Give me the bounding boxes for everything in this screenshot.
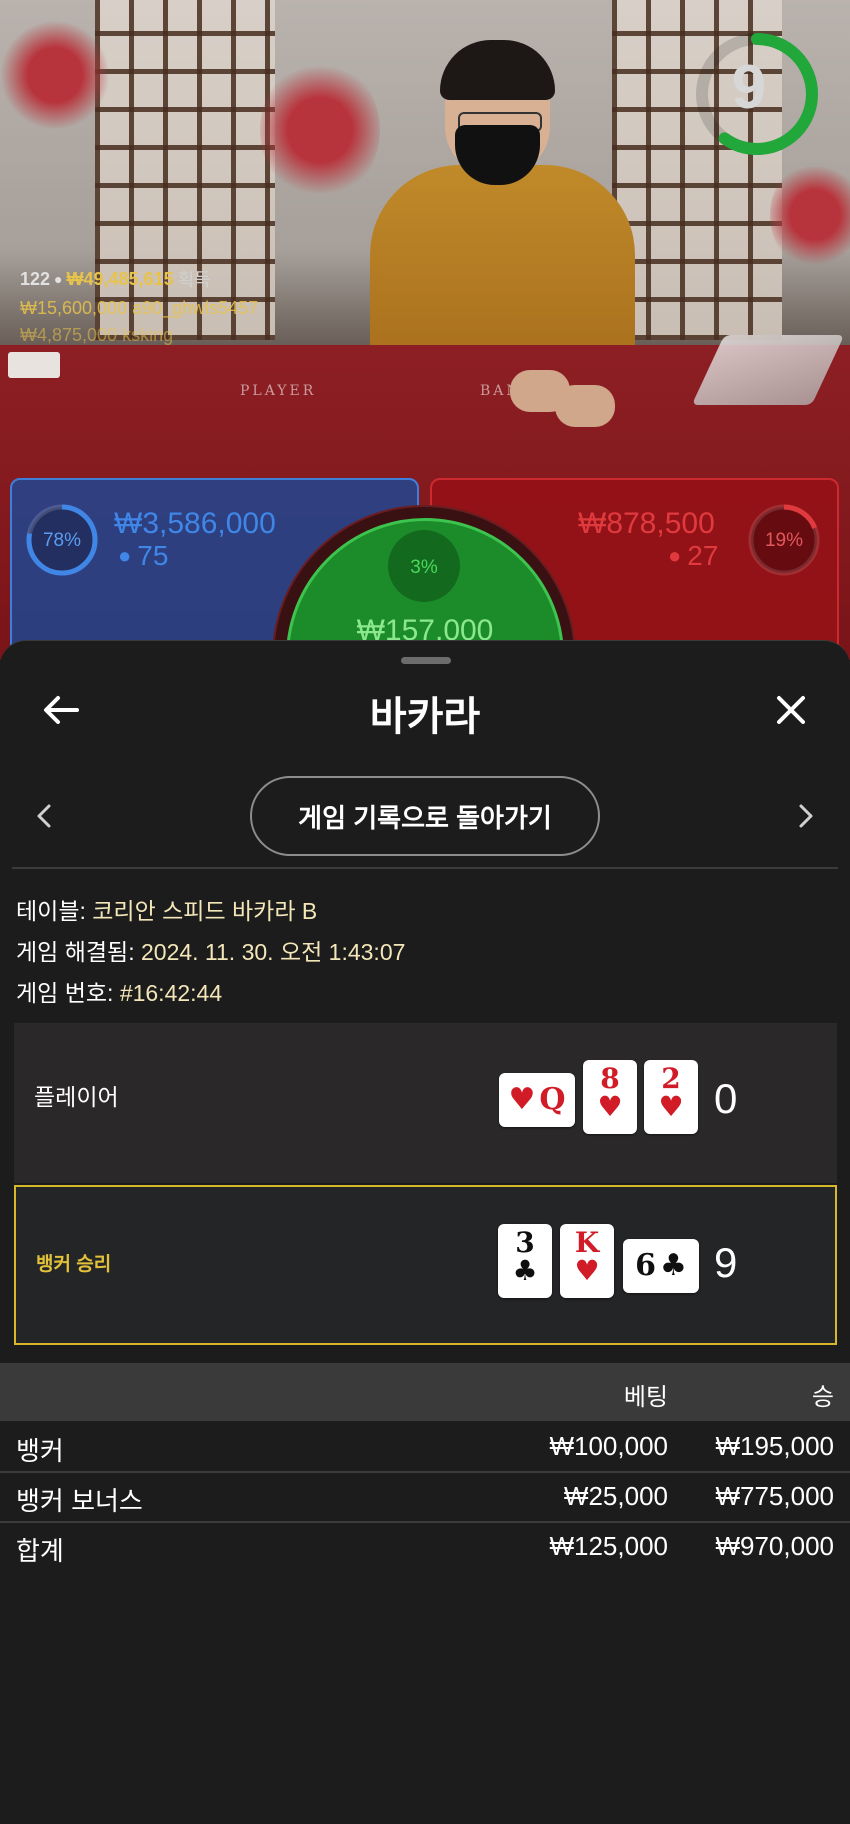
game-number-label: 게임 번호:	[16, 980, 114, 1006]
blossom-decoration	[770, 160, 850, 270]
winner-entry: ₩15,600,000 a90_ghwls5457	[20, 298, 259, 318]
bets-table-header: 베팅 승	[0, 1363, 850, 1421]
card-rank: 2	[661, 1062, 681, 1095]
blossom-decoration	[260, 60, 380, 200]
playing-card: K ♥	[560, 1224, 614, 1298]
drag-handle[interactable]	[401, 657, 451, 664]
winner-entry: ₩4,875,000 ksking	[20, 325, 174, 345]
card-suit: ♥	[658, 1090, 684, 1123]
playing-card: 3 ♣	[498, 1224, 552, 1298]
close-button[interactable]	[766, 685, 816, 735]
card-suit: ♣	[659, 1248, 687, 1283]
person-icon: ●	[54, 271, 63, 287]
chevron-right-icon	[799, 804, 813, 828]
person-icon: ●	[668, 543, 682, 568]
table-info: 테이블: 코리안 스피드 바카라 B	[16, 892, 317, 926]
resolved-info-value: 2024. 11. 30. 오전 1:43:07	[140, 939, 406, 965]
chevron-left-icon	[37, 804, 51, 828]
player-bettor-number: 75	[137, 540, 169, 571]
playing-card: 8 ♥	[583, 1060, 637, 1134]
winners-panel: 122 ● ₩49,485,615 획득 ₩15,600,000 a90_ghw…	[20, 266, 258, 346]
win-amount: ₩775,000	[715, 1481, 834, 1511]
total-label: 합계	[16, 1536, 64, 1566]
player-hand-label: 플레이어	[34, 1084, 119, 1110]
playing-card: ♥ Q	[499, 1073, 575, 1127]
game-history-sheet: 바카라 게임 기록으로 돌아가기 테이블: 코리안 스피드 바카라 B 게임 해…	[0, 640, 850, 1824]
countdown-number: 9	[731, 53, 767, 122]
next-game-button[interactable]	[790, 796, 822, 836]
bet-amount: ₩100,000	[549, 1431, 668, 1461]
banker-bettor-number: 27	[687, 540, 719, 571]
dealer-hand	[555, 385, 615, 427]
playing-card: 6 ♣	[623, 1239, 699, 1293]
bet-column-header: 베팅	[623, 1384, 668, 1411]
card-rank: K	[574, 1226, 600, 1259]
sheet-title: 바카라	[369, 695, 481, 739]
player-bet-total: ₩3,586,000	[114, 507, 276, 540]
win-amount: ₩195,000	[715, 1431, 834, 1461]
winners-suffix: 획득	[177, 270, 211, 290]
winners-count: 122	[20, 268, 51, 289]
live-video-feed: PLAYER BANKER 9 122 ● ₩49,485,615 획득 ₩15…	[0, 0, 850, 660]
bet-name: 뱅커	[16, 1436, 64, 1466]
divider	[12, 867, 838, 869]
player-bettor-count: ● 75	[118, 540, 168, 572]
card-rank: Q	[539, 1082, 566, 1117]
banker-hand-label: 뱅커 승리	[36, 1254, 112, 1275]
resolved-info-label: 게임 해결됨:	[16, 939, 135, 965]
winners-total: ₩49,485,615	[66, 268, 174, 289]
banker-hand-row: 뱅커 승리 3 ♣ K ♥ 6 ♣ 9	[14, 1185, 837, 1345]
resolved-info: 게임 해결됨: 2024. 11. 30. 오전 1:43:07	[16, 933, 405, 967]
total-bet-amount: ₩125,000	[549, 1531, 668, 1561]
banker-score: 9	[714, 1239, 738, 1286]
card-suit: ♥	[597, 1090, 623, 1123]
card-suit: ♥	[508, 1082, 536, 1117]
table-label-player: PLAYER	[240, 383, 317, 399]
discard-stack	[8, 352, 60, 378]
game-number-info: 게임 번호: #16:42:44	[16, 974, 222, 1008]
table-row: 뱅커 보너스 ₩25,000 ₩775,000	[0, 1473, 850, 1523]
banker-bet-total: ₩878,500	[578, 507, 715, 540]
dealer-hair	[440, 40, 555, 100]
close-icon	[777, 696, 805, 724]
banker-percent: 19%	[764, 530, 804, 551]
table-row: 뱅커 ₩100,000 ₩195,000	[0, 1423, 850, 1473]
banker-bettor-count: ● 27	[668, 540, 718, 572]
person-icon: ●	[118, 543, 132, 568]
player-percent: 78%	[42, 530, 82, 551]
total-win-amount: ₩970,000	[715, 1531, 834, 1561]
bet-name: 뱅커 보너스	[16, 1486, 143, 1516]
win-column-header: 승	[811, 1384, 834, 1411]
blossom-decoration	[0, 20, 110, 130]
tie-percent: 3%	[410, 557, 438, 578]
player-hand-row: 플레이어 ♥ Q 8 ♥ 2 ♥ 0	[14, 1023, 837, 1183]
card-rank: 8	[600, 1062, 620, 1095]
table-info-value: 코리안 스피드 바카라 B	[92, 898, 318, 924]
card-rank: 3	[515, 1226, 535, 1259]
card-suit: ♣	[512, 1254, 538, 1287]
card-rank: 6	[635, 1248, 656, 1283]
bet-amount: ₩25,000	[563, 1481, 668, 1511]
table-info-label: 테이블:	[16, 898, 86, 924]
prev-game-button[interactable]	[28, 796, 60, 836]
player-score: 0	[714, 1075, 738, 1122]
dealer	[370, 165, 635, 365]
game-number-value: #16:42:44	[119, 980, 223, 1006]
back-to-history-button[interactable]: 게임 기록으로 돌아가기	[250, 776, 600, 856]
playing-card: 2 ♥	[644, 1060, 698, 1134]
total-row: 합계 ₩125,000 ₩970,000	[0, 1523, 850, 1571]
card-suit: ♥	[574, 1254, 600, 1287]
